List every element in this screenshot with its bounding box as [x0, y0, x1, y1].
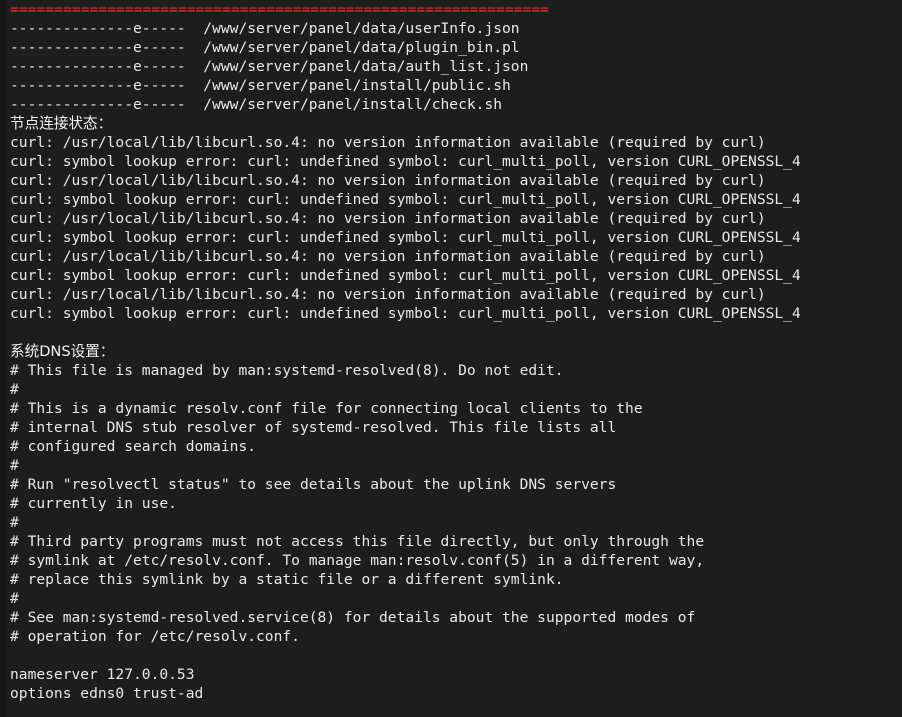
terminal-line-blank-1	[10, 323, 902, 342]
terminal-line-resolv-see-modes-1: # See man:systemd-resolved.service(8) fo…	[10, 609, 696, 626]
terminal-line-curl-noversion-5: curl: /usr/local/lib/libcurl.so.4: no ve…	[10, 286, 766, 303]
terminal-line-resolv-thirdparty-1: # Third party programs must not access t…	[10, 533, 705, 550]
terminal-line-curl-noversion-1: curl: /usr/local/lib/libcurl.so.4: no ve…	[10, 134, 766, 151]
terminal-line-curl-noversion-3: curl: /usr/local/lib/libcurl.so.4: no ve…	[10, 210, 766, 227]
terminal-line-heading-node-status: 节点连接状态：	[10, 115, 113, 132]
terminal-line-resolv-thirdparty-2: # symlink at /etc/resolv.conf. To manage…	[10, 552, 705, 569]
terminal-line-resolv-hash-2: #	[10, 457, 19, 474]
terminal-line-file-check-sh: --------------e----- /www/server/panel/i…	[10, 96, 503, 113]
terminal-line-resolv-hash-1: #	[10, 381, 19, 398]
terminal-line-resolv-run-status-2: # currently in use.	[10, 495, 177, 512]
terminal-line-separator-top: ========================================…	[10, 1, 550, 18]
terminal-line-heading-dns-settings: 系统DNS设置：	[10, 343, 115, 360]
terminal-line-resolv-dynamic-1: # This is a dynamic resolv.conf file for…	[10, 400, 643, 417]
terminal-line-curl-symbol-4: curl: symbol lookup error: curl: undefin…	[10, 267, 801, 284]
terminal-line-resolv-managed-by: # This file is managed by man:systemd-re…	[10, 362, 564, 379]
terminal-line-resolv-hash-4: #	[10, 590, 19, 607]
terminal-line-resolv-see-modes-2: # operation for /etc/resolv.conf.	[10, 628, 300, 645]
terminal-line-resolv-hash-3: #	[10, 514, 19, 531]
terminal-line-file-auth-list: --------------e----- /www/server/panel/d…	[10, 58, 529, 75]
terminal-line-curl-symbol-5: curl: symbol lookup error: curl: undefin…	[10, 305, 801, 322]
terminal-line-resolv-dynamic-3: # configured search domains.	[10, 438, 257, 455]
terminal-line-curl-symbol-3: curl: symbol lookup error: curl: undefin…	[10, 229, 801, 246]
terminal-line-file-public-sh: --------------e----- /www/server/panel/i…	[10, 77, 511, 94]
terminal-line-resolv-thirdparty-3: # replace this symlink by a static file …	[10, 571, 564, 588]
terminal-line-file-plugin-bin: --------------e----- /www/server/panel/d…	[10, 39, 520, 56]
terminal-line-resolv-run-status-1: # Run "resolvectl status" to see details…	[10, 476, 617, 493]
terminal-line-resolv-nameserver: nameserver 127.0.0.53	[10, 666, 195, 683]
terminal-line-resolv-options: options edns0 trust-ad	[10, 685, 204, 702]
terminal-output-area[interactable]: ========================================…	[6, 0, 902, 717]
terminal-line-resolv-dynamic-2: # internal DNS stub resolver of systemd-…	[10, 419, 617, 436]
terminal-line-curl-symbol-2: curl: symbol lookup error: curl: undefin…	[10, 191, 801, 208]
terminal-line-curl-noversion-4: curl: /usr/local/lib/libcurl.so.4: no ve…	[10, 248, 766, 265]
terminal-window[interactable]: ========================================…	[0, 0, 902, 717]
terminal-line-file-userinfo: --------------e----- /www/server/panel/d…	[10, 20, 520, 37]
terminal-line-curl-noversion-2: curl: /usr/local/lib/libcurl.so.4: no ve…	[10, 172, 766, 189]
terminal-line-blank-2	[10, 646, 902, 665]
terminal-line-curl-symbol-1: curl: symbol lookup error: curl: undefin…	[10, 153, 801, 170]
